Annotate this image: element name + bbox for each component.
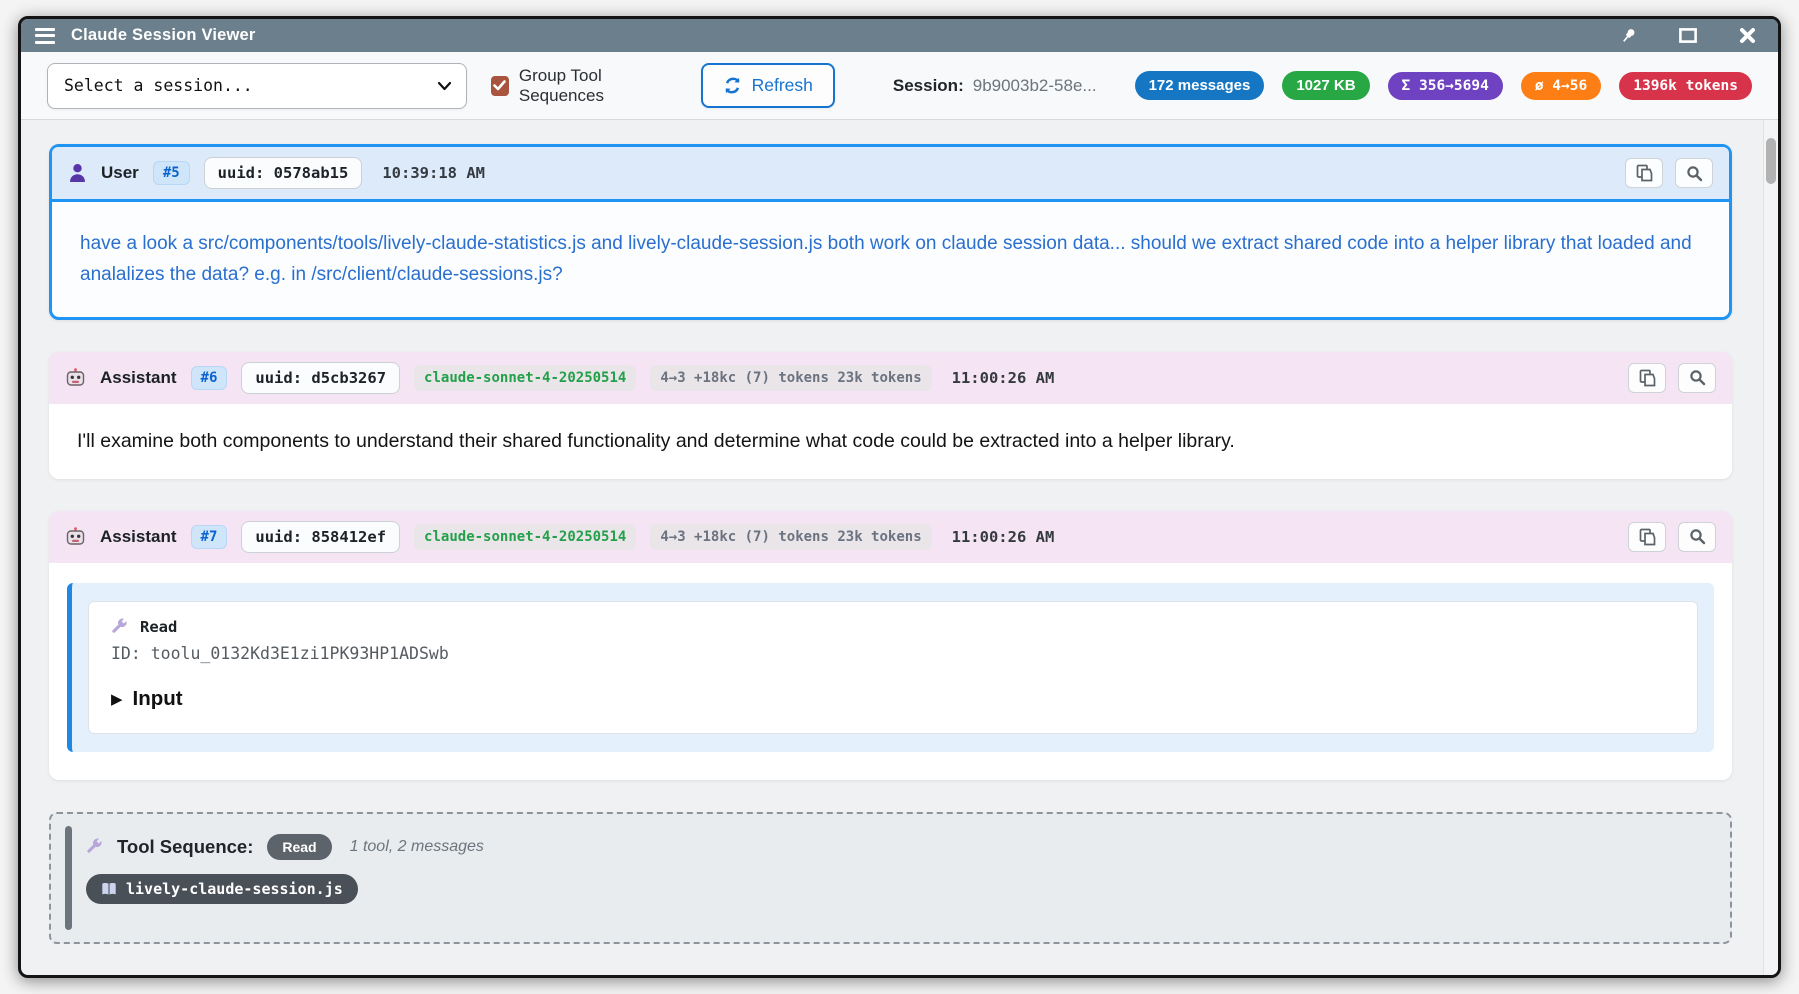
user-message-body: have a look a src/components/tools/livel… — [52, 202, 1729, 317]
messages-count-badge: 172 messages — [1135, 71, 1265, 100]
refresh-icon — [723, 76, 742, 95]
session-label: Session: — [893, 76, 964, 96]
tool-sequence-file-name: lively-claude-session.js — [126, 880, 343, 898]
session-stat-badges: 172 messages 1027 KB Σ 356→5694 ø 4→56 1… — [1135, 71, 1752, 100]
user-message-card: User #5 uuid: 0578ab15 10:39:18 AM have … — [49, 144, 1732, 320]
tool-name: Read — [140, 618, 177, 636]
tool-sequence-label: Tool Sequence: — [117, 836, 253, 858]
assistant-message-body: Read ID: toolu_0132Kd3E1zi1PK93HP1ADSwb … — [49, 563, 1732, 780]
message-timestamp: 10:39:18 AM — [382, 164, 485, 182]
role-label: Assistant — [100, 527, 177, 547]
assistant-message-header: Assistant #6 uuid: d5cb3267 claude-sonne… — [49, 352, 1732, 404]
tool-sequence-left-bar — [65, 826, 72, 930]
tokens-badge: 4→3 +18kc (7) tokens 23k tokens — [650, 365, 931, 391]
copy-icon — [1636, 164, 1653, 182]
tool-use-panel: Read ID: toolu_0132Kd3E1zi1PK93HP1ADSwb … — [67, 583, 1714, 752]
total-tokens-badge: 1396k tokens — [1619, 72, 1752, 100]
user-message-header: User #5 uuid: 0578ab15 10:39:18 AM — [52, 147, 1729, 202]
session-select-dropdown[interactable]: Select a session... — [47, 63, 467, 109]
title-bar: Claude Session Viewer — [21, 19, 1778, 52]
role-label: User — [101, 163, 139, 183]
uuid-badge[interactable]: uuid: 0578ab15 — [204, 157, 363, 189]
chevron-down-icon — [437, 80, 452, 92]
sum-tokens-badge: Σ 356→5694 — [1388, 72, 1503, 100]
search-button[interactable] — [1675, 158, 1713, 188]
wrench-icon — [86, 838, 103, 855]
search-button[interactable] — [1678, 363, 1716, 393]
tokens-badge: 4→3 +18kc (7) tokens 23k tokens — [650, 524, 931, 550]
robot-icon — [65, 527, 86, 547]
collapsed-triangle-icon: ▶ — [111, 690, 123, 708]
tool-sequence-tool-badge: Read — [267, 834, 331, 860]
tool-sequence-summary: 1 tool, 2 messages — [350, 838, 484, 856]
tool-use-card: Read ID: toolu_0132Kd3E1zi1PK93HP1ADSwb … — [88, 601, 1698, 734]
wrench-icon — [111, 618, 128, 635]
tool-input-label: Input — [133, 687, 183, 711]
user-icon — [68, 163, 87, 183]
assistant-tool-message-card: Assistant #7 uuid: 858412ef claude-sonne… — [49, 511, 1732, 780]
copy-button[interactable] — [1625, 158, 1663, 188]
maximize-icon[interactable] — [1679, 28, 1697, 43]
hamburger-menu-icon[interactable] — [35, 28, 55, 44]
avg-tokens-badge: ø 4→56 — [1521, 72, 1601, 100]
message-timestamp: 11:00:26 AM — [952, 528, 1055, 546]
search-icon — [1686, 165, 1703, 182]
group-tool-sequences-checkbox-wrap[interactable]: Group Tool Sequences — [491, 66, 677, 106]
model-badge: claude-sonnet-4-20250514 — [414, 524, 636, 550]
robot-icon — [65, 368, 86, 388]
app-window: Claude Session Viewer Select a session..… — [18, 16, 1781, 978]
message-index-badge[interactable]: #6 — [191, 366, 228, 390]
copy-icon — [1639, 528, 1656, 546]
book-icon — [101, 882, 117, 896]
tool-sequence-group[interactable]: Tool Sequence: Read 1 tool, 2 messages l… — [49, 812, 1732, 944]
message-index-badge[interactable]: #5 — [153, 161, 190, 185]
scrollbar-thumb[interactable] — [1766, 138, 1776, 184]
window-title: Claude Session Viewer — [71, 26, 256, 45]
session-id: 9b9003b2-58e... — [973, 76, 1097, 96]
message-timestamp: 11:00:26 AM — [952, 369, 1055, 387]
uuid-badge[interactable]: uuid: 858412ef — [241, 521, 400, 553]
assistant-message-body: I'll examine both components to understa… — [49, 404, 1732, 479]
size-badge: 1027 KB — [1282, 71, 1369, 100]
search-icon — [1689, 528, 1706, 545]
tool-use-id: ID: toolu_0132Kd3E1zi1PK93HP1ADSwb — [111, 644, 1675, 663]
close-icon[interactable] — [1739, 27, 1756, 44]
search-button[interactable] — [1678, 522, 1716, 552]
assistant-message-card: Assistant #6 uuid: d5cb3267 claude-sonne… — [49, 352, 1732, 479]
copy-button[interactable] — [1628, 522, 1666, 552]
pin-icon[interactable] — [1620, 27, 1637, 44]
copy-icon — [1639, 369, 1656, 387]
message-list[interactable]: User #5 uuid: 0578ab15 10:39:18 AM have … — [21, 120, 1778, 975]
tool-input-toggle[interactable]: ▶ Input — [111, 687, 1675, 711]
session-select-value: Select a session... — [64, 76, 253, 95]
tool-sequence-file-chip[interactable]: lively-claude-session.js — [86, 874, 358, 904]
toolbar: Select a session... Group Tool Sequences… — [21, 52, 1778, 120]
group-tool-sequences-label: Group Tool Sequences — [519, 66, 677, 106]
uuid-badge[interactable]: uuid: d5cb3267 — [241, 362, 400, 394]
assistant-message-header: Assistant #7 uuid: 858412ef claude-sonne… — [49, 511, 1732, 563]
copy-button[interactable] — [1628, 363, 1666, 393]
checkbox-checked-icon[interactable] — [491, 76, 509, 96]
search-icon — [1689, 369, 1706, 386]
message-index-badge[interactable]: #7 — [191, 525, 228, 549]
role-label: Assistant — [100, 368, 177, 388]
model-badge: claude-sonnet-4-20250514 — [414, 365, 636, 391]
vertical-scrollbar[interactable] — [1763, 120, 1778, 975]
refresh-button[interactable]: Refresh — [701, 63, 835, 108]
